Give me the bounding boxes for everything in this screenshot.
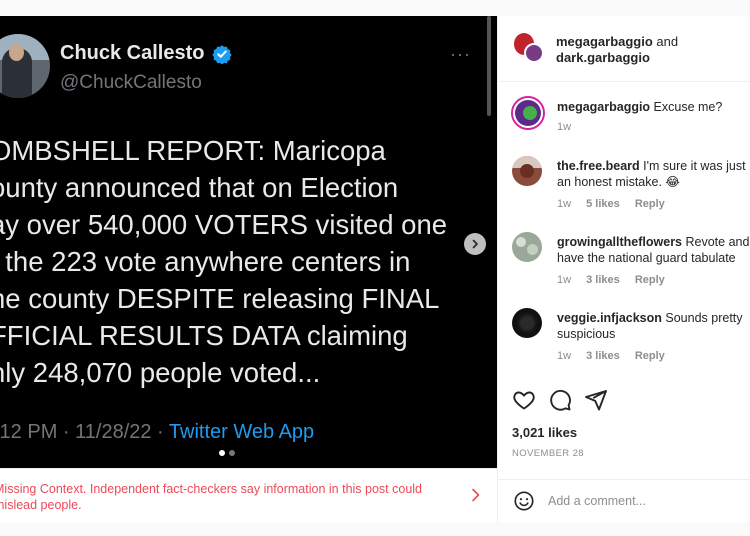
tweet-author-row: Chuck Callesto	[60, 42, 233, 65]
media-scrollbar	[487, 16, 491, 116]
comment-likes[interactable]: 3 likes	[586, 350, 620, 362]
comment-body: megagarbaggio Excuse me?	[557, 99, 750, 115]
author-username-link[interactable]: megagarbaggio	[556, 34, 653, 49]
comment-likes[interactable]: 3 likes	[586, 274, 620, 286]
reply-button[interactable]: Reply	[635, 274, 665, 286]
post-sidebar: megagarbaggio and dark.garbaggio megagar…	[497, 16, 750, 522]
share-send-icon[interactable]	[584, 388, 608, 412]
chevron-right-icon	[472, 239, 478, 249]
comment-username-link[interactable]: megagarbaggio	[557, 100, 650, 114]
post-date[interactable]: NOVEMBER 28	[512, 448, 584, 459]
tweet-app: Twitter Web App	[168, 421, 315, 443]
comment-body: veggie.infjackson Sounds pretty suspicio…	[557, 310, 750, 342]
tweet-author-avatar	[0, 34, 50, 98]
comment-time: 1w	[557, 121, 572, 133]
tweet-text-line: nly 248,070 people voted...	[0, 357, 321, 388]
tweet-text-line: ounty announced that on Election	[0, 172, 399, 203]
more-options-icon: ···	[450, 44, 471, 64]
comment-input[interactable]	[548, 490, 738, 512]
comment-time: 1w	[557, 350, 572, 362]
avatar	[524, 43, 544, 63]
comment-username-link[interactable]: veggie.infjackson	[557, 311, 662, 325]
tweet-text: OMBSHELL REPORT: Maricopa ounty announce…	[0, 132, 495, 391]
instagram-post: Chuck Callesto @ChuckCallesto ··· OMBSHE…	[0, 16, 750, 522]
chevron-right-icon	[472, 488, 480, 502]
tweet-text-line: f the 223 vote anywhere centers in	[0, 246, 411, 277]
tweet-author-name: Chuck Callesto	[60, 42, 205, 64]
comment-meta: 1w 3 likes Reply	[557, 274, 677, 286]
fact-check-warning[interactable]: Missing Context. Independent fact-checke…	[0, 468, 497, 522]
carousel-dot-active	[219, 450, 225, 456]
comment-bubble-icon[interactable]	[548, 388, 572, 412]
like-heart-icon[interactable]	[512, 388, 536, 412]
add-comment-bar	[498, 479, 750, 522]
comment-username-link[interactable]: growingalltheflowers	[557, 235, 682, 249]
post-media: Chuck Callesto @ChuckCallesto ··· OMBSHE…	[0, 16, 497, 468]
comment-meta: 1w 5 likes Reply	[557, 198, 677, 210]
avatar[interactable]	[511, 96, 545, 130]
page-background-bottom	[0, 522, 750, 536]
comment-meta: 1w	[557, 121, 583, 133]
verified-badge-icon	[212, 44, 233, 64]
avatar[interactable]	[512, 156, 542, 186]
comment-body: the.free.beard I'm sure it was just an h…	[557, 158, 750, 190]
emoji-smiley-icon[interactable]	[513, 490, 535, 512]
reply-button[interactable]: Reply	[635, 350, 665, 362]
tweet-timestamp: :12 PM · 11/28/22 ·	[0, 421, 169, 443]
carousel-next-button[interactable]	[464, 233, 486, 255]
carousel-indicator	[219, 450, 235, 456]
comment-time: 1w	[557, 198, 572, 210]
avatar[interactable]	[512, 308, 542, 338]
tweet-text-line: he county DESPITE releasing FINAL	[0, 283, 440, 314]
post-authors: megagarbaggio and dark.garbaggio	[556, 34, 678, 66]
comment-username-link[interactable]: the.free.beard	[557, 159, 640, 173]
tweet-text-line: ay over 540,000 VOTERS visited one	[0, 209, 448, 240]
page-background-top	[0, 0, 750, 16]
avatar[interactable]	[512, 232, 542, 262]
collab-avatars[interactable]	[514, 33, 546, 65]
author-username-link[interactable]: dark.garbaggio	[556, 50, 650, 65]
tweet-meta: :12 PM · 11/28/22 · Twitter Web App	[0, 421, 314, 444]
post-actions	[498, 384, 750, 414]
comment-likes[interactable]: 5 likes	[586, 198, 620, 210]
warning-text: Missing Context. Independent fact-checke…	[0, 482, 422, 512]
comment-body: growingalltheflowers Revote and have the…	[557, 234, 750, 266]
post-header: megagarbaggio and dark.garbaggio	[498, 16, 750, 82]
comment-meta: 1w 3 likes Reply	[557, 350, 677, 362]
tweet-author-handle: @ChuckCallesto	[60, 72, 202, 93]
tweet-text-line: FFICIAL RESULTS DATA claiming	[0, 320, 408, 351]
tweet-text-line: OMBSHELL REPORT: Maricopa	[0, 135, 386, 166]
authors-connector: and	[652, 34, 679, 49]
comment-text: Excuse me?	[650, 100, 723, 114]
comment-time: 1w	[557, 274, 572, 286]
reply-button[interactable]: Reply	[635, 198, 665, 210]
likes-count[interactable]: 3,021 likes	[512, 425, 577, 440]
carousel-dot	[229, 450, 235, 456]
